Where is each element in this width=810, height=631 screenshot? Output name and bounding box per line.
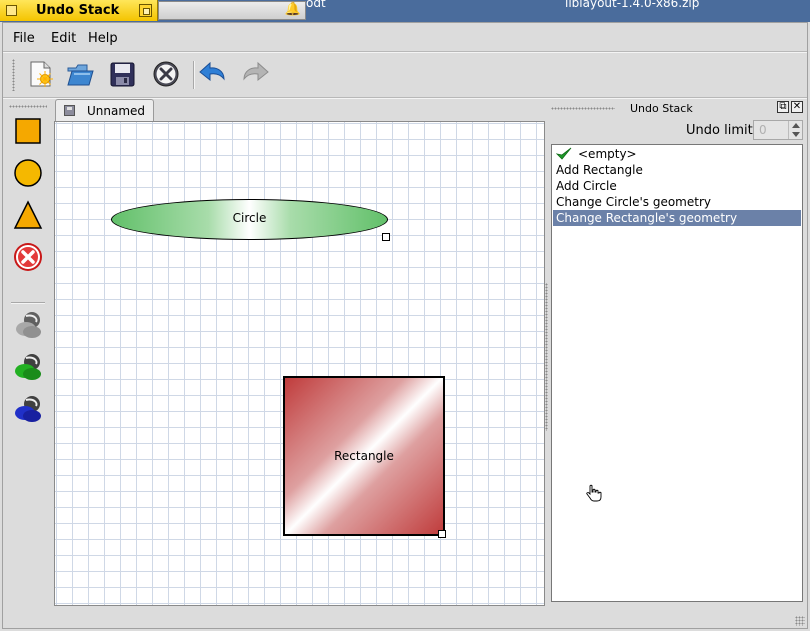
new-document-button[interactable]	[25, 59, 55, 89]
check-icon	[556, 147, 572, 160]
menu-bar: File Edit Help	[3, 28, 807, 50]
undo-limit-value[interactable]: 0	[759, 123, 767, 137]
toolbar-grip[interactable]	[12, 59, 15, 91]
circle-label: Circle	[232, 211, 267, 225]
undo-button[interactable]	[197, 59, 227, 89]
undo-item-change-rectangle-geometry[interactable]: Change Rectangle's geometry	[553, 210, 801, 226]
rectangle-shape[interactable]: Rectangle	[283, 376, 445, 536]
bell-icon: 🔔	[284, 2, 301, 17]
tab-label: Unnamed	[87, 104, 146, 118]
gray-blob-icon	[16, 312, 41, 338]
dock-grip[interactable]	[551, 107, 615, 110]
window-titlebar: Undo Stack 🔔 odt liblayout-1.4.0-x86.zip	[0, 0, 810, 22]
menu-file[interactable]: File	[13, 31, 35, 46]
undo-item-label: Add Circle	[556, 179, 617, 193]
color-green-button[interactable]	[12, 350, 44, 382]
circle-icon	[14, 159, 42, 187]
restore-icon[interactable]	[139, 4, 152, 17]
palette-separator	[11, 302, 45, 304]
color-blue-button[interactable]	[12, 392, 44, 424]
save-disk-icon	[110, 62, 135, 87]
undo-item-add-circle[interactable]: Add Circle	[553, 178, 801, 194]
open-button[interactable]	[65, 59, 95, 89]
drawing-canvas[interactable]: Circle Rectangle	[55, 122, 544, 605]
green-blob-icon	[15, 354, 41, 380]
toolbar-separator	[193, 61, 195, 89]
spin-up-icon[interactable]	[792, 123, 800, 128]
window-menu-icon[interactable]	[6, 5, 17, 16]
hand-cursor-icon	[586, 484, 602, 502]
dock-float-icon[interactable]: ⧉	[777, 101, 789, 113]
close-circle-icon	[153, 61, 179, 87]
undo-limit-spinbox[interactable]: 0	[753, 120, 803, 140]
document-icon	[64, 105, 75, 116]
menu-edit[interactable]: Edit	[51, 31, 76, 46]
remove-shape-button[interactable]	[12, 241, 44, 273]
menu-help[interactable]: Help	[88, 31, 118, 46]
spin-down-icon[interactable]	[792, 132, 800, 137]
tab-unnamed[interactable]: Unnamed	[55, 99, 154, 122]
rectangle-label: Rectangle	[334, 449, 394, 463]
undo-list[interactable]: <empty> Add Rectangle Add Circle Change …	[551, 144, 803, 602]
triangle-icon	[13, 200, 43, 229]
undo-limit-label: Undo limit	[686, 123, 753, 138]
circle-shape[interactable]: Circle	[111, 199, 388, 240]
add-rectangle-button[interactable]	[12, 115, 44, 147]
dock-title: Undo Stack	[630, 102, 693, 115]
toolbar	[3, 56, 807, 94]
close-button[interactable]	[151, 59, 181, 89]
active-window-tab[interactable]: Undo Stack	[0, 0, 158, 21]
window-resize-grip[interactable]	[795, 616, 805, 626]
rectangle-resize-handle[interactable]	[438, 530, 446, 538]
add-circle-button[interactable]	[12, 157, 44, 189]
open-folder-icon	[67, 64, 94, 86]
redo-arrow-icon	[243, 61, 269, 82]
save-button[interactable]	[107, 59, 137, 89]
color-gray-button[interactable]	[12, 308, 44, 340]
main-window: File Edit Help Unnamed Circle Rectangle …	[2, 22, 808, 629]
new-document-icon	[30, 61, 53, 87]
circle-resize-handle[interactable]	[382, 233, 390, 241]
taskbar-button[interactable]: 🔔	[158, 1, 306, 20]
square-icon	[15, 118, 41, 144]
palette-grip[interactable]	[9, 105, 47, 108]
window-title: Undo Stack	[36, 3, 120, 18]
blue-blob-icon	[15, 396, 41, 422]
delete-icon	[14, 243, 42, 271]
redo-button[interactable]	[240, 59, 270, 89]
undo-item-label: <empty>	[578, 147, 637, 161]
undo-item-label: Change Rectangle's geometry	[556, 211, 738, 225]
undo-item-change-circle-geometry[interactable]: Change Circle's geometry	[553, 194, 801, 210]
menu-divider	[3, 51, 807, 53]
undo-arrow-icon	[199, 61, 225, 82]
taskbar-item-odt[interactable]: odt	[306, 0, 326, 10]
dock-splitter[interactable]	[545, 283, 548, 431]
undo-item-label: Add Rectangle	[556, 163, 643, 177]
undo-item-add-rectangle[interactable]: Add Rectangle	[553, 162, 801, 178]
undo-item-label: Change Circle's geometry	[556, 195, 711, 209]
drawing-canvas-frame: Circle Rectangle	[54, 121, 545, 606]
shape-palette	[7, 103, 49, 623]
undo-stack-dock: Undo Stack ⧉ ✕ Undo limit 0 <empty> Add …	[549, 99, 805, 606]
undo-item-empty[interactable]: <empty>	[553, 146, 801, 162]
dock-close-icon[interactable]: ✕	[791, 101, 803, 113]
taskbar-item-zip[interactable]: liblayout-1.4.0-x86.zip	[565, 0, 699, 10]
spinbox-arrows	[788, 121, 802, 139]
add-triangle-button[interactable]	[12, 199, 44, 231]
